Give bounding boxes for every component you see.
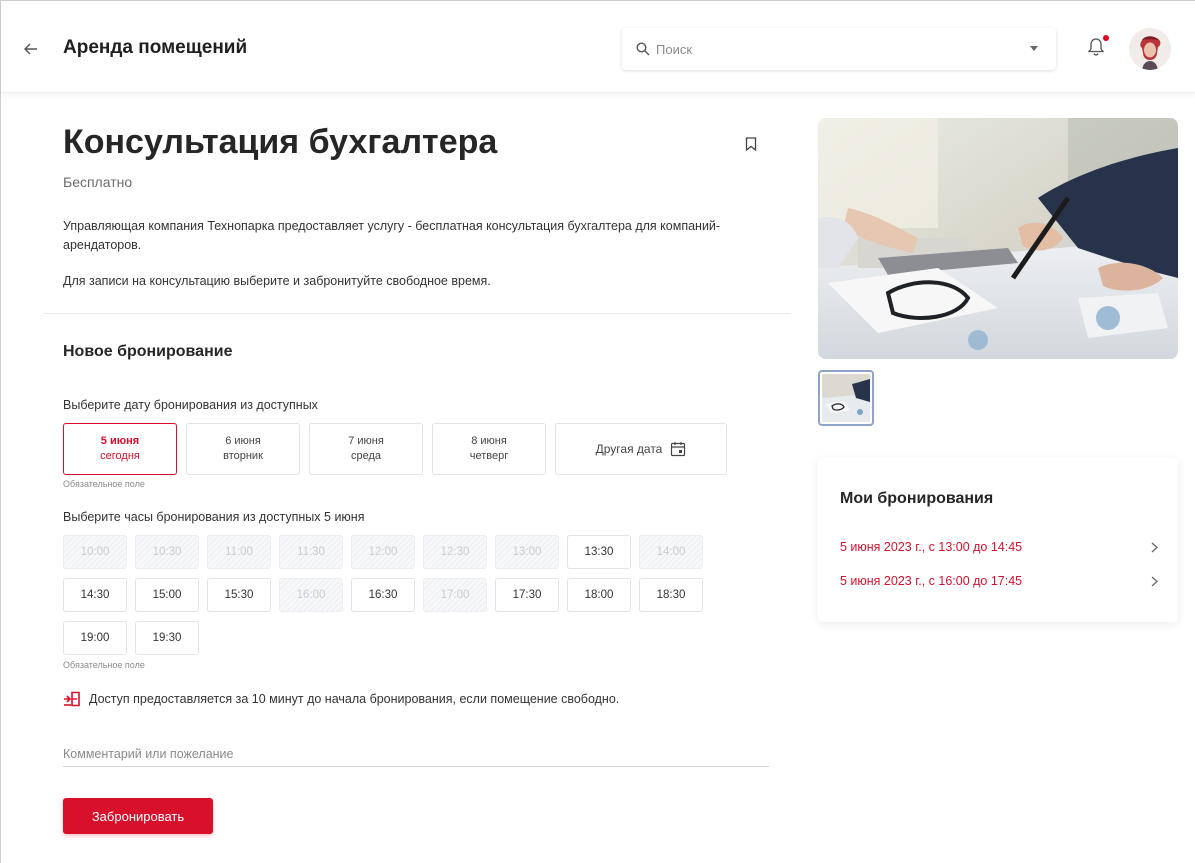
time-slot[interactable]: 16:30 (351, 578, 415, 612)
price-label: Бесплатно (63, 174, 133, 190)
service-description: Управляющая компания Технопарка предоста… (63, 219, 721, 252)
date-option-weekday: сегодня (100, 450, 140, 462)
chevron-down-icon[interactable] (1030, 46, 1038, 51)
time-slot[interactable]: 15:30 (207, 578, 271, 612)
required-field-note: Обязательное поле (63, 660, 145, 670)
date-option-jun6[interactable]: 6 июня вторник (186, 423, 300, 475)
time-slot[interactable]: 19:00 (63, 621, 127, 655)
time-slot: 10:30 (135, 535, 199, 569)
other-date-label: Другая дата (595, 441, 663, 456)
date-option-day: 7 июня (348, 435, 384, 447)
time-slot[interactable]: 13:30 (567, 535, 631, 569)
time-slot[interactable]: 17:30 (495, 578, 559, 612)
top-bar: Аренда помещений (1, 1, 1195, 93)
new-booking-title: Новое бронирование (63, 343, 233, 360)
date-option-weekday: вторник (223, 450, 263, 462)
date-option-jun8[interactable]: 8 июня четверг (432, 423, 546, 475)
time-slot[interactable]: 18:00 (567, 578, 631, 612)
access-note: Доступ предоставляется за 10 минут до на… (63, 691, 619, 707)
other-date-button[interactable]: Другая дата (555, 423, 727, 475)
search-bar[interactable] (622, 28, 1056, 70)
search-input[interactable] (656, 41, 1016, 57)
time-slot[interactable]: 18:30 (639, 578, 703, 612)
time-slot: 13:00 (495, 535, 559, 569)
time-slot: 14:00 (639, 535, 703, 569)
page-title: Консультация бухгалтера (63, 123, 498, 161)
app-title: Аренда помещений (63, 37, 248, 58)
date-option-jun7[interactable]: 7 июня среда (309, 423, 423, 475)
time-slot[interactable]: 15:00 (135, 578, 199, 612)
comment-input[interactable] (63, 741, 769, 767)
my-bookings-title: Мои бронирования (840, 490, 994, 507)
chevron-right-icon (1151, 542, 1158, 552)
time-slot: 12:30 (423, 535, 487, 569)
chevron-right-icon (1151, 576, 1158, 586)
notification-badge (1103, 35, 1109, 41)
door-entry-icon (64, 691, 80, 707)
time-slot[interactable]: 14:30 (63, 578, 127, 612)
date-option-weekday: четверг (469, 450, 509, 462)
date-option-day: 6 июня (225, 435, 261, 447)
booking-item[interactable]: 5 июня 2023 г., с 16:00 до 17:45 (840, 570, 1158, 592)
service-photo (818, 118, 1178, 359)
book-button[interactable]: Забронировать (63, 798, 213, 834)
search-icon (636, 42, 650, 56)
photo-thumbnail[interactable] (818, 370, 874, 426)
divider (43, 313, 791, 314)
time-slot: 10:00 (63, 535, 127, 569)
booking-item-label: 5 июня 2023 г., с 16:00 до 17:45 (840, 574, 1023, 588)
time-slot: 11:00 (207, 535, 271, 569)
notification-bell-icon[interactable] (1087, 35, 1109, 59)
date-option-jun5[interactable]: 5 июня сегодня (63, 423, 177, 475)
access-note-text: Доступ предоставляется за 10 минут до на… (89, 692, 620, 706)
my-bookings-panel: Мои бронирования 5 июня 2023 г., с 13:00… (818, 458, 1178, 622)
booking-item[interactable]: 5 июня 2023 г., с 13:00 до 14:45 (840, 536, 1158, 558)
time-select-label: Выберите часы бронирования из доступных … (63, 510, 365, 524)
avatar[interactable] (1129, 28, 1171, 70)
date-select-label: Выберите дату бронирования из доступных (63, 398, 318, 412)
date-option-day: 8 июня (471, 435, 507, 447)
time-slot: 12:00 (351, 535, 415, 569)
date-option-weekday: среда (350, 450, 382, 462)
back-arrow-icon[interactable] (17, 37, 45, 61)
time-slot: 16:00 (279, 578, 343, 612)
time-slot: 11:30 (279, 535, 343, 569)
time-slot[interactable]: 19:30 (135, 621, 199, 655)
booking-instruction: Для записи на консультацию выберите и за… (63, 274, 491, 288)
time-slot: 17:00 (423, 578, 487, 612)
calendar-icon (671, 442, 686, 457)
bookmark-icon[interactable] (745, 137, 759, 153)
date-option-day: 5 июня (100, 435, 140, 447)
required-field-note: Обязательное поле (63, 479, 145, 489)
booking-item-label: 5 июня 2023 г., с 13:00 до 14:45 (840, 540, 1023, 554)
